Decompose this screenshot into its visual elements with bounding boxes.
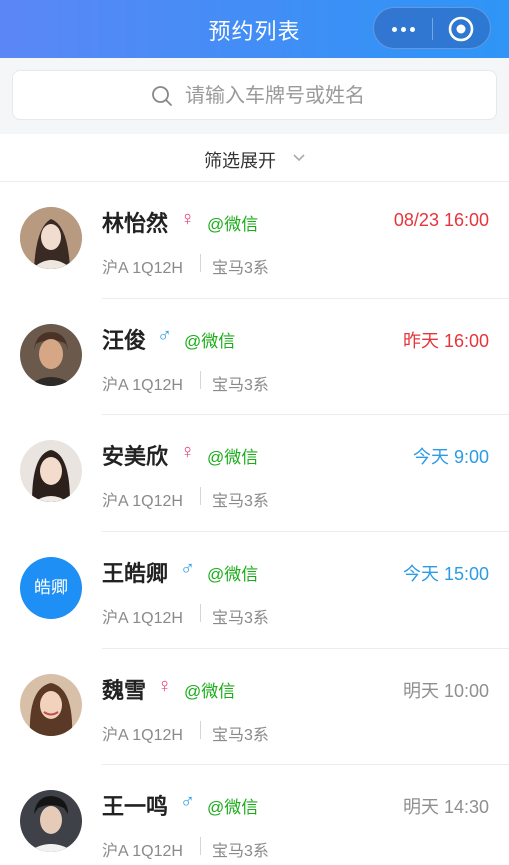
appointment-time: 明天 14:30: [402, 797, 489, 818]
search-icon: [152, 86, 172, 106]
customer-name: 王皓卿: [102, 561, 169, 587]
list-item[interactable]: 安美欣 ♀ @微信 今天 9:00 沪A 1Q12H 宝马3系: [0, 415, 509, 533]
license-plate: 沪A 1Q12H: [102, 726, 183, 744]
customer-name: 汪俊: [102, 327, 147, 353]
list-item[interactable]: 魏雪 ♀ @微信 明天 10:00 沪A 1Q12H 宝马3系: [0, 649, 509, 766]
appointment-time: 08/23 16:00: [393, 210, 489, 230]
appointment-time: 今天 15:00: [402, 564, 489, 585]
filter-toggle[interactable]: 筛选展开: [0, 134, 509, 182]
wechat-tag: @微信: [184, 331, 236, 351]
wechat-tag: @微信: [184, 681, 236, 701]
customer-name: 王一鸣: [102, 794, 169, 820]
car-model: 宝马3系: [212, 260, 269, 277]
divider: [200, 370, 201, 389]
car-model: 宝马3系: [212, 726, 269, 744]
miniprogram-capsule: [373, 7, 491, 49]
nav-bar: 预约列表: [0, 0, 509, 58]
car-model: 宝马3系: [212, 376, 269, 394]
customer-name: 魏雪: [102, 677, 147, 703]
license-plate: 沪A 1Q12H: [102, 260, 183, 277]
chevron-down-icon: [293, 154, 305, 162]
avatar: [20, 440, 82, 503]
male-icon: ♂: [157, 324, 172, 347]
divider: [200, 837, 201, 856]
car-model: 宝马3系: [212, 843, 269, 861]
divider: [200, 487, 201, 506]
license-plate: 沪A 1Q12H: [102, 376, 183, 394]
license-plate: 沪A 1Q12H: [102, 843, 183, 861]
female-icon: ♀: [180, 208, 195, 230]
license-plate: 沪A 1Q12H: [102, 493, 183, 511]
wechat-tag: @微信: [207, 798, 259, 818]
appointment-list: 林怡然 ♀ @微信 08/23 16:00 沪A 1Q12H 宝马3系 汪俊 ♂…: [0, 182, 509, 865]
search-box[interactable]: [12, 70, 497, 120]
avatar: [20, 323, 82, 386]
list-item[interactable]: 王一鸣 ♂ @微信 明天 14:30 沪A 1Q12H 宝马3系: [0, 765, 509, 865]
appointment-time: 今天 9:00: [412, 447, 489, 468]
divider: [200, 720, 201, 739]
list-item[interactable]: 皓卿 王皓卿 ♂ @微信 今天 15:00 沪A 1Q12H 宝马3系: [0, 532, 509, 649]
list-item[interactable]: 林怡然 ♀ @微信 08/23 16:00 沪A 1Q12H 宝马3系: [0, 182, 509, 299]
wechat-tag: @微信: [207, 215, 259, 234]
close-miniprogram-icon[interactable]: [448, 16, 474, 42]
avatar: [20, 790, 82, 853]
search-input[interactable]: [185, 81, 465, 111]
male-icon: ♂: [180, 558, 195, 581]
filter-label: 筛选展开: [204, 151, 276, 171]
appointment-time: 明天 10:00: [402, 680, 489, 701]
customer-name: 安美欣: [102, 444, 169, 470]
car-model: 宝马3系: [212, 493, 269, 511]
appointment-time: 昨天 16:00: [402, 330, 489, 351]
more-icon[interactable]: [386, 14, 422, 44]
female-icon: ♀: [157, 674, 172, 697]
divider: [200, 254, 201, 272]
capsule-divider: [432, 18, 433, 40]
divider: [200, 604, 201, 623]
wechat-tag: @微信: [207, 448, 259, 468]
avatar: 皓卿: [20, 557, 82, 620]
female-icon: ♀: [180, 441, 195, 464]
avatar: [20, 673, 82, 736]
avatar: [20, 207, 82, 269]
search-area: [0, 58, 509, 134]
list-item[interactable]: 汪俊 ♂ @微信 昨天 16:00 沪A 1Q12H 宝马3系: [0, 299, 509, 416]
car-model: 宝马3系: [212, 610, 269, 628]
customer-name: 林怡然: [102, 211, 169, 236]
wechat-tag: @微信: [207, 565, 259, 585]
license-plate: 沪A 1Q12H: [102, 610, 183, 628]
male-icon: ♂: [180, 791, 195, 814]
